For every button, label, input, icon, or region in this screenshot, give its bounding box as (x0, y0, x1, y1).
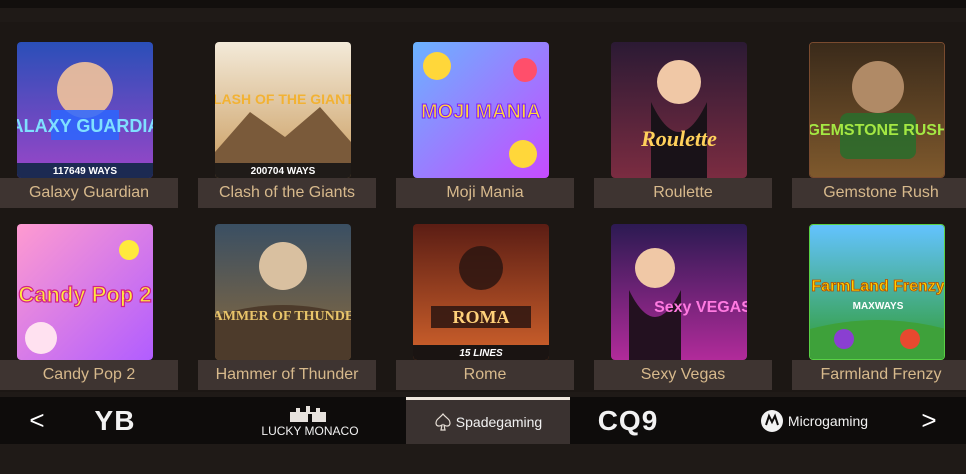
svg-text:GEMSTONE RUSH: GEMSTONE RUSH (810, 122, 945, 139)
spade-icon (435, 413, 451, 431)
provider-logo-spadegaming[interactable]: Spadegaming (406, 397, 570, 444)
svg-text:MAXWAYS: MAXWAYS (853, 301, 904, 312)
game-title[interactable]: Rome (396, 360, 574, 390)
game-thumbnail[interactable]: HAMMER OF THUNDER (215, 224, 351, 360)
game-title[interactable]: Clash of the Giants (198, 178, 376, 208)
game-thumbnail[interactable]: MOJI MANIA (413, 42, 549, 178)
svg-text:117649 WAYS: 117649 WAYS (53, 166, 117, 177)
game-art: ROMA 15 LINES (413, 224, 549, 360)
provider-logo-lucky-monaco[interactable]: LUCKY MONACO (250, 397, 370, 444)
svg-text:GALAXY GUARDIAN: GALAXY GUARDIAN (17, 116, 153, 136)
game-art: HAMMER OF THUNDER (215, 224, 351, 360)
svg-text:Sexy VEGAS: Sexy VEGAS (654, 299, 747, 316)
svg-text:MOJI MANIA: MOJI MANIA (421, 101, 541, 123)
game-title[interactable]: Sexy Vegas (594, 360, 772, 390)
game-title[interactable]: Candy Pop 2 (0, 360, 178, 390)
game-thumbnail[interactable]: GEMSTONE RUSH (809, 42, 945, 178)
cq9-logo: CQ9 (597, 404, 659, 436)
svg-text:Candy Pop 2: Candy Pop 2 (18, 282, 151, 307)
game-title[interactable]: Roulette (594, 178, 772, 208)
svg-text:HAMMER OF THUNDER: HAMMER OF THUNDER (215, 309, 351, 324)
top-spacer (0, 8, 966, 22)
svg-text:CLASH OF THE GIANTS: CLASH OF THE GIANTS (215, 91, 351, 107)
game-grid: GALAXY GUARDIAN 117649 WAYS Galaxy Guard… (0, 22, 966, 392)
provider-carousel: < YB LUCKY MONACO Spadegaming CQ9 Microg… (0, 397, 966, 444)
game-thumbnail[interactable]: GALAXY GUARDIAN 117649 WAYS (17, 42, 153, 178)
svg-text:200704 WAYS: 200704 WAYS (251, 166, 316, 177)
provider-logo-cq9[interactable]: CQ9 (578, 397, 678, 444)
lucky-monaco-label: LUCKY MONACO (261, 423, 359, 438)
game-art: GALAXY GUARDIAN 117649 WAYS (17, 42, 153, 178)
spadegaming-label: Spadegaming (455, 414, 543, 430)
game-title[interactable]: Farmland Frenzy (792, 360, 966, 390)
game-art: MOJI MANIA (413, 42, 549, 178)
game-thumbnail[interactable]: Sexy VEGAS (611, 224, 747, 360)
game-art: Candy Pop 2 (17, 224, 153, 360)
game-title[interactable]: Hammer of Thunder (198, 360, 376, 390)
footer-area (0, 444, 966, 474)
provider-logo-microgaming[interactable]: Microgaming (744, 397, 884, 444)
microgaming-icon (760, 409, 783, 432)
game-title[interactable]: Moji Mania (396, 178, 574, 208)
castle-icon (290, 405, 326, 422)
carousel-next-button[interactable]: > (912, 397, 946, 444)
game-art: CLASH OF THE GIANTS 200704 WAYS (215, 42, 351, 178)
svg-text:ROMA: ROMA (453, 307, 510, 327)
svg-text:15 LINES: 15 LINES (459, 348, 503, 359)
game-thumbnail[interactable]: Candy Pop 2 (17, 224, 153, 360)
top-bar (0, 0, 966, 8)
game-art: Sexy VEGAS (611, 224, 747, 360)
provider-logo-yb[interactable]: YB (80, 397, 150, 444)
carousel-prev-button[interactable]: < (20, 397, 54, 444)
game-art: FarmLand Frenzy MAXWAYS (810, 225, 944, 359)
game-thumbnail[interactable]: Roulette (611, 42, 747, 178)
game-thumbnail[interactable]: FarmLand Frenzy MAXWAYS (809, 224, 945, 360)
yb-logo: YB (94, 404, 136, 436)
game-art: GEMSTONE RUSH (810, 43, 945, 177)
game-art: Roulette (611, 42, 747, 178)
game-title[interactable]: Galaxy Guardian (0, 178, 178, 208)
game-thumbnail[interactable]: CLASH OF THE GIANTS 200704 WAYS (215, 42, 351, 178)
game-thumbnail[interactable]: ROMA 15 LINES (413, 224, 549, 360)
microgaming-label: Microgaming (787, 412, 869, 429)
svg-text:FarmLand Frenzy: FarmLand Frenzy (811, 278, 944, 295)
game-title[interactable]: Gemstone Rush (792, 178, 966, 208)
svg-text:Roulette: Roulette (640, 126, 717, 151)
